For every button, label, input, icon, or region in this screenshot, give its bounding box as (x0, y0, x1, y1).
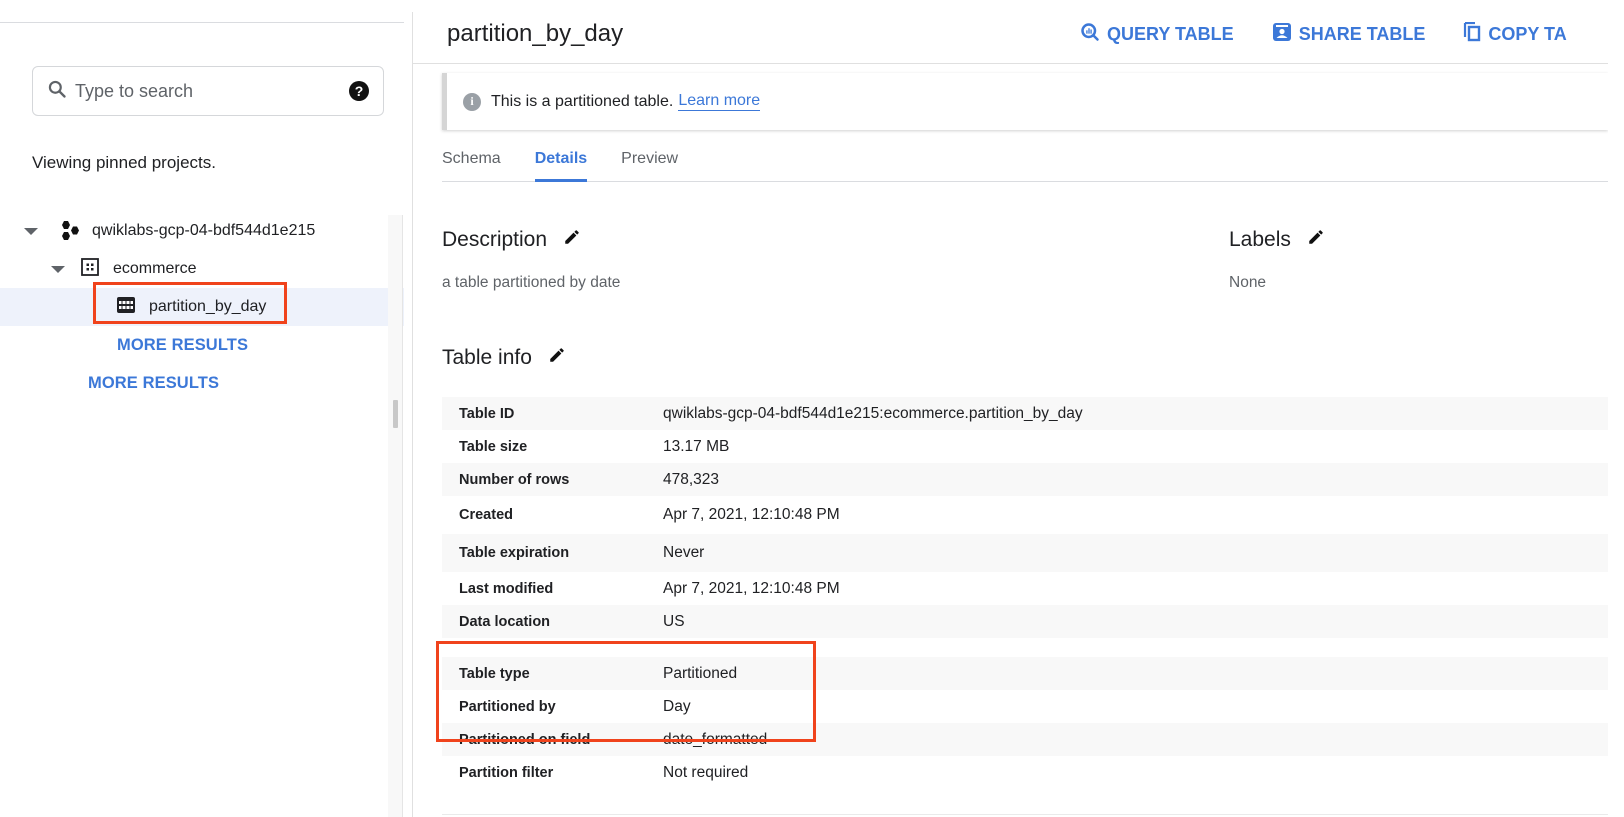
tab-bar: Schema Details Preview (442, 140, 1608, 182)
table-info-title: Table info (442, 346, 532, 369)
dataset-icon (81, 257, 99, 281)
project-name: qwiklabs-gcp-04-bdf544d1e215 (92, 222, 316, 239)
labels-value: None (1229, 274, 1267, 291)
labels-heading: Labels (1229, 228, 1325, 252)
edit-table-info-pencil-icon[interactable] (548, 346, 566, 370)
query-table-label: QUERY TABLE (1107, 24, 1234, 44)
tree-item-table[interactable]: partition_by_day (0, 282, 404, 326)
info-key: Created (459, 507, 513, 523)
info-value: US (663, 612, 685, 630)
tab-preview[interactable]: Preview (621, 140, 678, 181)
banner-text: This is a partitioned table. (491, 92, 674, 110)
explorer-panel: ? Viewing pinned projects. qwiklabs-gcp-… (0, 0, 404, 817)
project-hexagons-icon (58, 220, 84, 242)
description-value: a table partitioned by date (442, 274, 621, 291)
panel-splitter-track (388, 215, 402, 817)
tab-details[interactable]: Details (534, 140, 588, 182)
info-key: Partition filter (459, 764, 554, 781)
viewport-edge (1608, 0, 1624, 817)
info-key: Table expiration (459, 545, 570, 561)
tab-schema[interactable]: Schema (442, 140, 501, 181)
help-icon[interactable]: ? (349, 81, 369, 101)
more-results-link[interactable]: MORE RESULTS (88, 374, 219, 393)
info-icon: i (463, 92, 481, 111)
info-row-table-id: Table ID qwiklabs-gcp-04-bdf544d1e215:ec… (442, 397, 1608, 430)
expand-caret-icon[interactable] (51, 265, 65, 273)
more-results-dataset[interactable]: MORE RESULTS (0, 326, 404, 364)
more-results-link[interactable]: MORE RESULTS (117, 336, 248, 355)
info-row-table-size: Table size 13.17 MB (442, 430, 1608, 463)
toolbar: QUERY TABLE SHARE TABLE COPY TA (1080, 21, 1567, 47)
tree-item-project[interactable]: qwiklabs-gcp-04-bdf544d1e215 (0, 212, 404, 250)
edit-labels-pencil-icon[interactable] (1307, 228, 1325, 252)
info-value: Apr 7, 2021, 12:10:48 PM (663, 579, 840, 597)
share-table-button[interactable]: SHARE TABLE (1272, 22, 1426, 47)
info-row-number-of-rows: Number of rows 478,323 (442, 463, 1608, 496)
table-bottom-divider (442, 814, 1608, 815)
info-key: Table size (459, 438, 528, 455)
highlight-box-partition-info (436, 641, 816, 742)
copy-table-label: COPY TA (1488, 24, 1567, 44)
info-value: Not required (663, 763, 749, 781)
info-value: Apr 7, 2021, 12:10:48 PM (663, 506, 840, 523)
learn-more-link[interactable]: Learn more (678, 92, 761, 111)
viewing-status: Viewing pinned projects. (32, 153, 216, 172)
header-divider (413, 63, 1608, 64)
dataset-name: ecommerce (113, 260, 197, 277)
edit-description-pencil-icon[interactable] (563, 228, 581, 252)
share-icon (1272, 22, 1292, 47)
labels-title: Labels (1229, 228, 1291, 251)
info-key: Number of rows (459, 471, 570, 488)
info-value: Never (663, 544, 705, 561)
description-title: Description (442, 228, 548, 251)
more-results-project[interactable]: MORE RESULTS (0, 364, 404, 402)
search-icon (47, 79, 67, 104)
info-key: Table ID (459, 405, 515, 422)
share-table-label: SHARE TABLE (1298, 24, 1426, 44)
page-title: partition_by_day (447, 20, 624, 47)
panel-splitter-line (402, 215, 403, 817)
partition-info-banner: i This is a partitioned table. Learn mor… (442, 73, 1608, 130)
info-row-last-modified: Last modified Apr 7, 2021, 12:10:48 PM (442, 572, 1608, 605)
info-key: Last modified (459, 580, 554, 597)
info-value: 13.17 MB (663, 437, 730, 455)
search-box[interactable]: ? (32, 66, 384, 116)
info-row-partition-filter: Partition filter Not required (442, 756, 1608, 789)
panel-divider (412, 12, 413, 817)
table-info-list: Table ID qwiklabs-gcp-04-bdf544d1e215:ec… (442, 397, 1608, 638)
expand-caret-icon[interactable] (24, 227, 38, 235)
query-table-button[interactable]: QUERY TABLE (1080, 22, 1234, 47)
info-value: qwiklabs-gcp-04-bdf544d1e215:ecommerce.p… (663, 404, 1083, 422)
table-info-heading: Table info (442, 346, 566, 370)
copy-icon (1463, 21, 1481, 47)
copy-table-button[interactable]: COPY TA (1463, 21, 1567, 47)
info-key: Data location (459, 613, 551, 630)
info-value: 478,323 (663, 470, 720, 488)
info-row-table-expiration: Table expiration Never (442, 534, 1608, 572)
description-heading: Description (442, 228, 581, 252)
highlight-box-table (93, 282, 287, 324)
query-icon (1080, 22, 1100, 47)
info-row-created: Created Apr 7, 2021, 12:10:48 PM (442, 496, 1608, 534)
info-row-data-location: Data location US (442, 605, 1608, 638)
resource-tree: qwiklabs-gcp-04-bdf544d1e215 ecommerce p… (0, 212, 404, 402)
explorer-top-divider (0, 22, 404, 23)
panel-resize-handle[interactable] (393, 400, 398, 428)
search-input[interactable] (75, 80, 349, 102)
